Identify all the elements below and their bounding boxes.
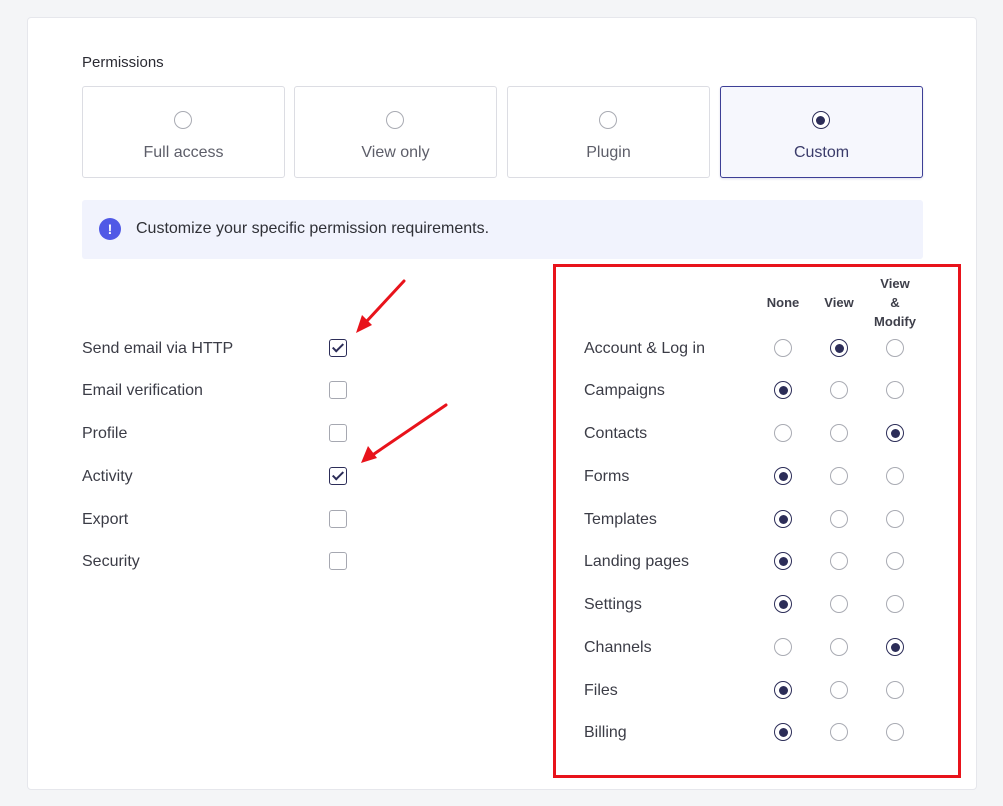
exclamation-icon: !	[99, 218, 121, 240]
column-header-view: View	[824, 295, 854, 310]
permission-radio[interactable]	[886, 552, 904, 570]
permission-radio[interactable]	[886, 723, 904, 741]
checkbox[interactable]	[329, 510, 347, 528]
info-banner: ! Customize your specific permission req…	[82, 200, 923, 259]
option-plugin[interactable]: Plugin	[507, 86, 710, 178]
permission-row-label: Campaigns	[584, 382, 665, 399]
permission-radio[interactable]	[886, 595, 904, 613]
permission-radio[interactable]	[830, 467, 848, 485]
option-custom[interactable]: Custom	[720, 86, 923, 178]
checkbox[interactable]	[329, 381, 347, 399]
option-radio[interactable]	[173, 111, 192, 129]
permission-radio[interactable]	[886, 510, 904, 528]
permission-radio[interactable]	[886, 339, 904, 357]
permission-radio[interactable]	[830, 681, 848, 699]
check-label: Send email via HTTP	[82, 340, 234, 357]
option-radio[interactable]	[598, 111, 617, 129]
permission-radio[interactable]	[886, 381, 904, 399]
option-label: Custom	[793, 144, 850, 161]
permission-radio[interactable]	[774, 424, 792, 442]
permission-radio[interactable]	[774, 467, 792, 485]
permission-radio[interactable]	[830, 638, 848, 656]
check-row: Send email via HTTP	[82, 337, 357, 361]
permission-radio[interactable]	[886, 681, 904, 699]
checkbox[interactable]	[329, 552, 347, 570]
check-row: Export	[82, 508, 357, 532]
check-row: Profile	[82, 422, 357, 446]
check-row: Activity	[82, 465, 357, 489]
option-label: Full access	[143, 144, 224, 161]
check-label: Email verification	[82, 382, 203, 399]
permission-row-label: Landing pages	[584, 553, 689, 570]
column-header-none: None	[766, 295, 800, 310]
section-title: Permissions	[82, 54, 164, 71]
permission-radio[interactable]	[886, 638, 904, 656]
permission-row-label: Billing	[584, 724, 627, 741]
permission-radio[interactable]	[774, 510, 792, 528]
option-radio[interactable]	[385, 111, 404, 129]
column-header-view-modify: View & Modify	[874, 276, 916, 329]
permission-row-label: Contacts	[584, 425, 648, 442]
permission-radio[interactable]	[830, 381, 848, 399]
permission-radio[interactable]	[830, 339, 848, 357]
check-label: Profile	[82, 425, 128, 442]
checkbox[interactable]	[329, 467, 347, 485]
permission-row-label: Settings	[584, 596, 642, 613]
permission-radio[interactable]	[830, 595, 848, 613]
permission-radio[interactable]	[830, 510, 848, 528]
permission-radio[interactable]	[774, 595, 792, 613]
permission-radio[interactable]	[830, 424, 848, 442]
info-text: Customize your specific permission requi…	[136, 220, 490, 237]
check-row: Email verification	[82, 379, 357, 403]
permission-radio[interactable]	[830, 552, 848, 570]
option-view-only[interactable]: View only	[294, 86, 497, 178]
option-full-access[interactable]: Full access	[82, 86, 285, 178]
permission-radio[interactable]	[830, 723, 848, 741]
check-label: Activity	[82, 468, 133, 485]
permission-radio[interactable]	[774, 381, 792, 399]
checkbox[interactable]	[329, 424, 347, 442]
checkbox[interactable]	[329, 339, 347, 357]
permission-radio[interactable]	[774, 723, 792, 741]
permission-radio[interactable]	[886, 467, 904, 485]
check-label: Security	[82, 553, 140, 570]
option-label: Plugin	[586, 144, 631, 161]
permission-row-label: Account & Log in	[584, 340, 705, 357]
permission-radio[interactable]	[774, 681, 792, 699]
permission-row-label: Channels	[584, 639, 652, 656]
option-radio[interactable]	[811, 111, 830, 129]
permission-row-label: Forms	[584, 468, 630, 485]
check-label: Export	[82, 511, 129, 528]
permission-radio[interactable]	[774, 552, 792, 570]
check-row: Security	[82, 550, 357, 574]
permission-radio[interactable]	[886, 424, 904, 442]
option-label: View only	[361, 144, 430, 161]
permission-row-label: Templates	[584, 511, 657, 528]
permission-radio[interactable]	[774, 339, 792, 357]
permission-radio[interactable]	[774, 638, 792, 656]
permission-row-label: Files	[584, 682, 618, 699]
